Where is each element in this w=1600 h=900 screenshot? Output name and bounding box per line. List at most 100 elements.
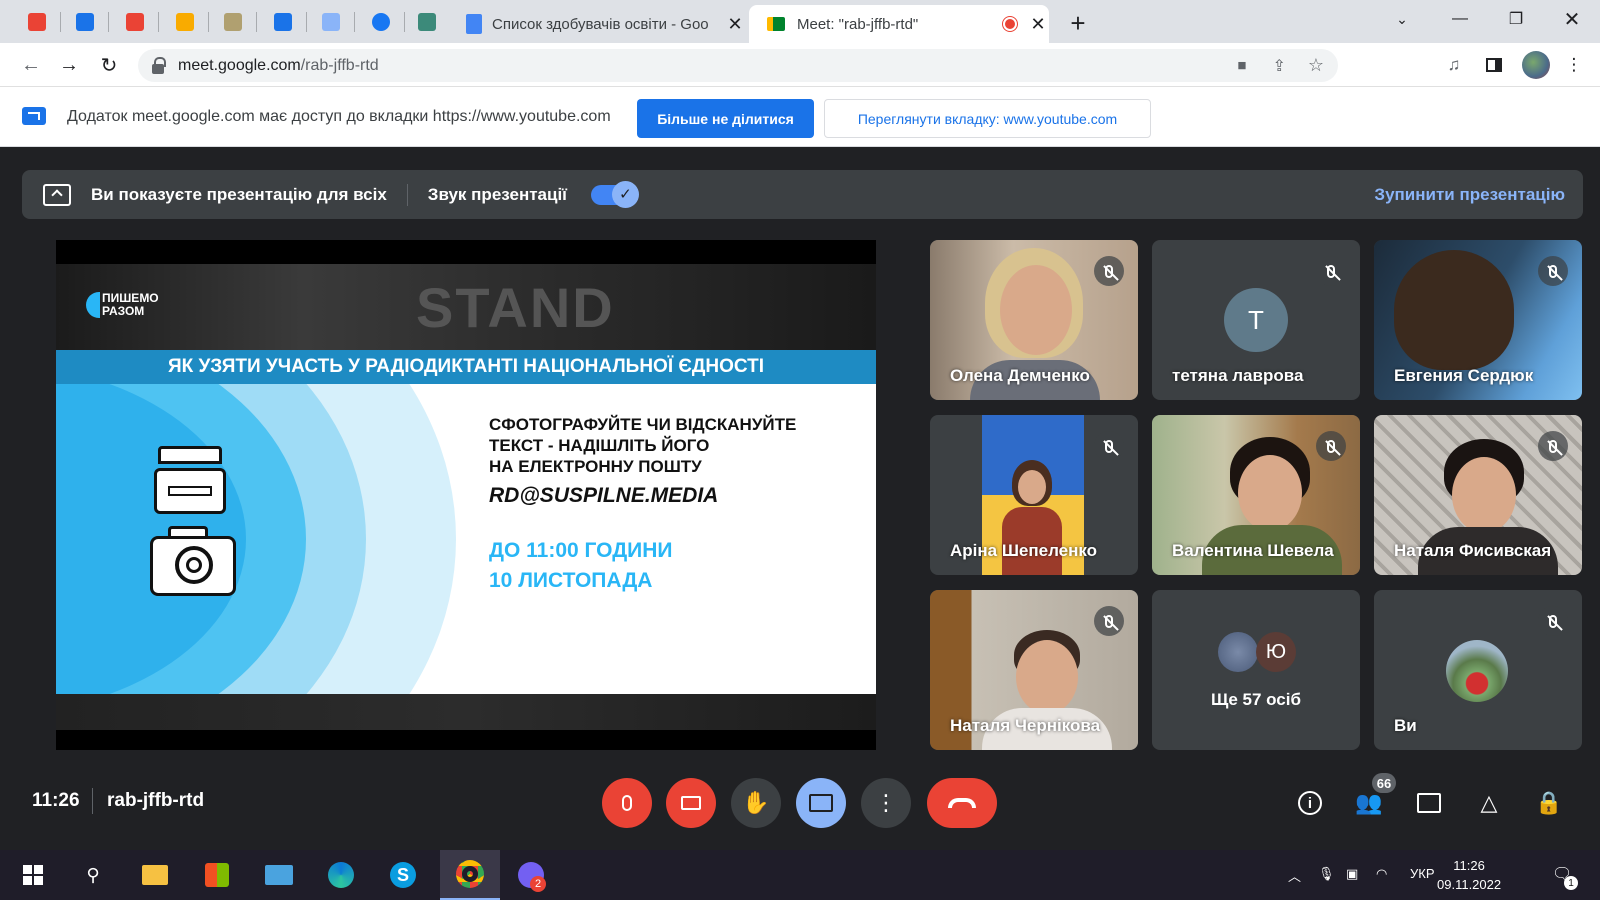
activities-button[interactable]: △	[1472, 788, 1506, 818]
hang-up-icon	[948, 798, 976, 808]
chat-button[interactable]	[1412, 788, 1446, 818]
share-screen-icon	[22, 107, 46, 125]
forward-icon[interactable]: →	[54, 51, 84, 79]
participant-tile[interactable]: Валентина Шевела	[1152, 415, 1360, 575]
pinned-tab[interactable]	[172, 9, 198, 35]
camera-off-button[interactable]	[666, 778, 716, 828]
meeting-controls-bar: 11:26 rab-jffb-rtd ✋ ⋮ i 👥 66 △ 🔒	[0, 766, 1600, 850]
side-panel-icon[interactable]	[1482, 53, 1506, 77]
close-window-icon[interactable]: ✕	[1546, 0, 1598, 38]
edge-icon[interactable]	[326, 860, 356, 890]
search-icon[interactable]: ⚲	[78, 860, 108, 890]
logo-line-2: РАЗОМ	[102, 304, 145, 318]
facebook-icon	[372, 13, 390, 31]
participant-tile[interactable]: Евгения Сердюк	[1374, 240, 1582, 400]
pinned-tab[interactable]	[122, 9, 148, 35]
profile-avatar[interactable]	[1522, 51, 1550, 79]
pinned-tab[interactable]	[24, 9, 50, 35]
muted-icon	[1538, 606, 1568, 636]
presenting-status: Ви показуєте презентацію для всіх	[91, 184, 387, 204]
meeting-details-button[interactable]: i	[1293, 788, 1327, 818]
system-clock[interactable]: 11:26 09.11.2022	[1437, 856, 1501, 894]
view-tab-button[interactable]: Переглянути вкладку: www.youtube.com	[824, 99, 1151, 138]
notifications-badge: 1	[1564, 876, 1578, 890]
wifi-icon[interactable]: ◠	[1376, 866, 1387, 882]
self-tile[interactable]: Ви	[1374, 590, 1582, 750]
tab-search-icon[interactable]: ⌄	[1376, 0, 1428, 38]
tab-separator	[306, 12, 307, 32]
chrome-icon[interactable]	[440, 850, 500, 900]
microphone-icon[interactable]: 🎙	[1318, 866, 1335, 882]
participant-avatar: Ю	[1256, 632, 1296, 672]
pinned-tab[interactable]	[414, 9, 440, 35]
star-icon[interactable]: ☆	[1308, 55, 1324, 76]
presentation-audio-label: Звук презентації	[427, 184, 567, 204]
host-controls-button[interactable]: 🔒	[1532, 788, 1566, 818]
muted-icon	[1316, 256, 1346, 286]
more-options-button[interactable]: ⋮	[861, 778, 911, 828]
tab-separator	[354, 12, 355, 32]
presentation-audio-toggle[interactable]: ✓	[590, 180, 639, 208]
restore-icon[interactable]: ❐	[1490, 0, 1542, 38]
tab-student-list[interactable]: Список здобувачів освіти - Goo ✕	[458, 5, 746, 43]
start-icon[interactable]	[18, 860, 48, 890]
pinned-tab[interactable]	[270, 9, 296, 35]
minimize-icon[interactable]: —	[1434, 0, 1486, 38]
more-participants-tile[interactable]: Ю Ще 57 осіб	[1152, 590, 1360, 750]
mail-icon[interactable]	[264, 860, 294, 890]
viber-badge: 2	[530, 876, 546, 892]
stop-presentation-button[interactable]: Зупинити презентацію	[1374, 185, 1565, 205]
messenger-icon	[76, 13, 94, 31]
meeting-time: 11:26	[32, 790, 80, 811]
participant-tile[interactable]: Наталя Чернікова	[930, 590, 1138, 750]
camera-icon[interactable]: ■	[1237, 57, 1246, 74]
new-tab-button[interactable]: +	[1063, 8, 1093, 39]
system-date: 09.11.2022	[1437, 877, 1502, 892]
language-indicator[interactable]: УКР	[1410, 866, 1435, 881]
store-icon[interactable]	[202, 860, 232, 890]
instruction-line-3: НА ЕЛЕКТРОННУ ПОШТУ	[489, 457, 702, 476]
tab-meet[interactable]: Meet: "rab-jffb-rtd" ✕	[749, 5, 1049, 43]
self-avatar	[1446, 640, 1508, 702]
tab-sharing-infobar: Додаток meet.google.com має доступ до вк…	[0, 87, 1600, 147]
meeting-code: rab-jffb-rtd	[107, 790, 205, 811]
imzo-icon	[418, 13, 436, 31]
close-tab-button[interactable]: ✕	[724, 14, 746, 35]
system-time: 11:26	[1453, 858, 1485, 873]
close-tab-button[interactable]: ✕	[1027, 14, 1049, 35]
muted-icon	[1316, 431, 1346, 461]
file-explorer-icon[interactable]	[140, 860, 170, 890]
participant-tile[interactable]: Т тетяна лаврова	[1152, 240, 1360, 400]
back-icon[interactable]: ←	[16, 51, 46, 79]
media-control-icon[interactable]: ♫	[1442, 53, 1466, 77]
camera-icon	[150, 526, 236, 596]
participant-tile[interactable]: Наталя Фисивская	[1374, 415, 1582, 575]
chevron-up-icon[interactable]: ︿	[1288, 866, 1301, 885]
pinned-tab[interactable]	[72, 9, 98, 35]
display-icon[interactable]: ▣	[1346, 866, 1358, 882]
scanner-icon	[154, 446, 226, 516]
pinned-tab[interactable]	[318, 9, 344, 35]
muted-icon	[1538, 431, 1568, 461]
participant-tile[interactable]: Аріна Шепеленко	[930, 415, 1138, 575]
present-button[interactable]	[796, 778, 846, 828]
logo-mark	[86, 292, 100, 318]
pinned-tab[interactable]	[368, 9, 394, 35]
tab-title: Список здобувачів освіти - Goo	[492, 15, 708, 33]
pinned-tab[interactable]	[220, 9, 246, 35]
menu-icon[interactable]: ⋮	[1562, 53, 1586, 77]
participant-tile[interactable]: Олена Демченко	[930, 240, 1138, 400]
reload-icon[interactable]: ↻	[94, 51, 124, 79]
share-icon[interactable]: ⇪	[1272, 56, 1285, 76]
participant-name: Валентина Шевела	[1172, 541, 1334, 560]
address-bar[interactable]: meet.google.com/rab-jffb-rtd ■ ⇪ ☆	[138, 49, 1338, 82]
mic-off-button[interactable]	[602, 778, 652, 828]
participant-avatar: Т	[1224, 288, 1288, 352]
raise-hand-button[interactable]: ✋	[731, 778, 781, 828]
muted-icon	[1094, 606, 1124, 636]
skype-icon[interactable]: S	[388, 860, 418, 890]
leave-call-button[interactable]	[927, 778, 997, 828]
tab-separator	[60, 12, 61, 32]
muted-icon	[1538, 256, 1568, 286]
stop-sharing-button[interactable]: Більше не ділитися	[637, 99, 814, 138]
